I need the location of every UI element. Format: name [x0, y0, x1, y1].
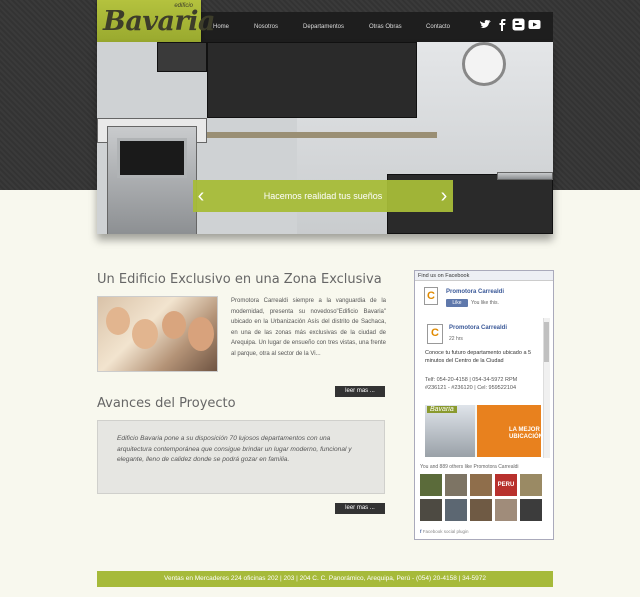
- post-author-link[interactable]: Promotora Carrealdi: [449, 325, 507, 331]
- twitter-icon[interactable]: [479, 18, 492, 31]
- quote-text: Edificio Bavaria pone a su disposición 7…: [117, 435, 352, 463]
- hero-prev-arrow[interactable]: ‹: [194, 181, 208, 211]
- fan-avatar[interactable]: [420, 474, 442, 496]
- kitchen-shelf: [207, 132, 437, 138]
- nav-contacto[interactable]: Contacto: [426, 24, 450, 30]
- likes-count-text[interactable]: You and 889 others like Promotora Carrea…: [420, 464, 518, 470]
- read-more-button-2[interactable]: leer mas ...: [335, 503, 385, 514]
- nav-otras-obras[interactable]: Otras Obras: [369, 24, 402, 30]
- you-like-text: You like this.: [471, 300, 499, 306]
- facebook-icon[interactable]: [496, 18, 509, 31]
- facebook-widget-header: Find us on Facebook: [415, 271, 553, 281]
- fan-avatar[interactable]: [495, 499, 517, 521]
- wall-clock: [462, 42, 506, 86]
- fan-avatar[interactable]: [470, 474, 492, 496]
- section-title-progress: Avances del Proyecto: [97, 396, 236, 411]
- upper-cabinets: [207, 42, 417, 118]
- hero-next-arrow[interactable]: ›: [437, 181, 451, 211]
- microwave-window: [117, 138, 187, 178]
- hero-slider: Hacemos realidad tus sueños ‹ ›: [97, 42, 553, 234]
- nav-home[interactable]: Home: [213, 24, 229, 30]
- facebook-mini-icon: f: [420, 529, 422, 534]
- post-contact: Telf: 054-20-4158 | 054-34-5972 RPM #236…: [425, 377, 518, 391]
- ad-badge: LA MEJOR UBICACIÓN: [509, 427, 541, 440]
- like-button[interactable]: Like: [446, 299, 468, 307]
- ad-brand: Bavaria: [427, 406, 457, 413]
- hero-caption: Hacemos realidad tus sueños: [193, 180, 453, 212]
- social-plugin-link[interactable]: f Facebook social plugin: [420, 529, 469, 534]
- family-photo: [97, 296, 218, 372]
- fan-avatar[interactable]: [470, 499, 492, 521]
- stovetop: [497, 172, 553, 180]
- upper-cabinet-left: [157, 42, 207, 72]
- section-title-exclusive: Un Edificio Exclusivo en una Zona Exclus…: [97, 272, 382, 287]
- fan-avatar[interactable]: [445, 474, 467, 496]
- fan-avatar[interactable]: [520, 474, 542, 496]
- nav-departamentos[interactable]: Departamentos: [303, 24, 344, 30]
- post-time: 22 hrs: [449, 336, 463, 342]
- photo-face: [162, 311, 186, 339]
- nav-nosotros[interactable]: Nosotros: [254, 24, 278, 30]
- logo[interactable]: edificio Bavaria: [97, 0, 215, 44]
- page-name-link[interactable]: Promotora Carrealdi: [446, 289, 504, 295]
- footer-bar: Ventas en Mercaderes 224 oficinas 202 | …: [97, 571, 553, 587]
- intro-paragraph: Promotora Carrealdi siempre a la vanguar…: [231, 298, 386, 357]
- fan-avatar[interactable]: PERU: [495, 474, 517, 496]
- social-plugin-label: Facebook social plugin: [422, 529, 469, 534]
- post-text: Conoce tu futuro departamento ubicado a …: [425, 350, 532, 364]
- fan-avatar[interactable]: [420, 499, 442, 521]
- read-more-button[interactable]: leer mas ...: [335, 386, 385, 397]
- youtube-icon[interactable]: [528, 18, 541, 31]
- blogger-icon[interactable]: [512, 18, 525, 31]
- photo-face: [132, 319, 158, 349]
- post-author-avatar[interactable]: C: [427, 324, 443, 344]
- page-logo[interactable]: C: [424, 287, 438, 305]
- feed-scroll-thumb[interactable]: [544, 322, 549, 362]
- photo-face: [188, 317, 214, 351]
- post-image[interactable]: Bavaria LA MEJOR UBICACIÓN: [425, 405, 541, 457]
- logo-text: Bavaria: [103, 6, 215, 37]
- fan-avatar[interactable]: [520, 499, 542, 521]
- fan-avatar[interactable]: [445, 499, 467, 521]
- photo-face: [106, 307, 130, 335]
